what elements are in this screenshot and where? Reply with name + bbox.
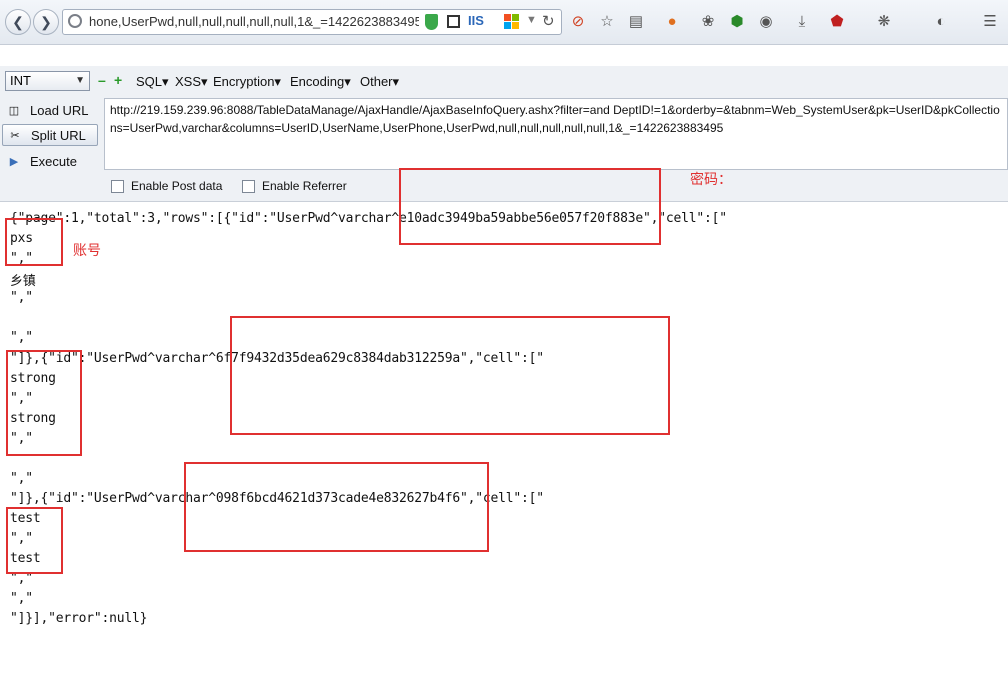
dropdown-arrow-icon[interactable]: ▼ [526,14,537,26]
menu-icon[interactable]: ☰ [980,11,1000,31]
response-line: "]}],"error":null} [10,611,148,626]
split-url-button[interactable]: ✂ Split URL [2,124,98,146]
chevron-down-icon: ▼ [75,75,85,86]
execute-label: Execute [30,153,77,169]
checkbox-box[interactable] [111,179,124,193]
globe-icon[interactable]: ◐ [931,11,951,31]
windows-logo-icon [504,14,520,30]
password-highlight-box [399,168,661,245]
load-url-label: Load URL [30,102,89,118]
play-icon: ▶ [9,155,19,168]
adblock-icon[interactable]: ⬟ [827,11,847,31]
account-highlight-box [5,218,63,266]
encoding-select[interactable]: INT ▼ [5,71,90,91]
iis-label: IIS [468,13,484,28]
green-shield-icon[interactable]: ⬢ [727,11,747,31]
response-line: "," [10,591,33,606]
encoding-select-value: INT [10,73,31,88]
extension-icon[interactable]: ● [662,11,682,31]
response-line: "," [10,330,33,345]
menu-xss[interactable]: XSS▾ [175,74,208,90]
response-line: "," [10,290,33,305]
reload-icon[interactable]: ↻ [542,12,555,30]
response-line: 乡镇 [10,274,36,289]
bug-icon[interactable]: ❋ [874,11,894,31]
response-line: "," [10,471,33,486]
enable-referrer-checkbox[interactable]: Enable Referrer [242,179,347,193]
account-highlight-box [6,507,63,574]
address-bar[interactable]: hone,UserPwd,null,null,null,null,null,1&… [62,9,562,35]
enable-post-label: Enable Post data [131,179,223,193]
password-annotation: 密码： [690,171,732,187]
split-url-label: Split URL [31,127,86,143]
palette-icon[interactable]: ❀ [698,11,718,31]
hackbar-url-textarea[interactable]: http://219.159.239.96:8088/TableDataMana… [104,98,1008,170]
back-button[interactable]: ❮ [5,9,31,35]
menu-encryption[interactable]: Encryption▾ [213,74,281,90]
enable-post-checkbox[interactable]: Enable Post data [111,179,222,193]
bookmark-star-icon[interactable]: ☆ [597,11,617,31]
qr-code-icon[interactable] [447,15,460,28]
browser-toolbar: ❮ ❯ hone,UserPwd,null,null,null,null,nul… [0,0,1008,45]
minus-icon[interactable]: – [98,72,106,88]
menu-sql[interactable]: SQL▾ [136,74,169,90]
plus-icon[interactable]: + [114,72,122,88]
account-annotation: 账号 [73,242,101,258]
scissors-icon: ✂ [10,129,20,142]
password-highlight-box [230,316,670,435]
menu-other[interactable]: Other▾ [360,74,399,90]
menu-encoding[interactable]: Encoding▾ [290,74,351,90]
account-highlight-box [6,350,82,456]
forward-button[interactable]: ❯ [33,9,59,35]
gear-icon [68,14,82,28]
load-url-icon: ◫ [8,104,20,117]
execute-button[interactable]: ▶ Execute [2,150,98,172]
enable-referrer-label: Enable Referrer [262,179,347,193]
password-highlight-box [184,462,489,552]
load-url-button[interactable]: ◫ Load URL [2,99,98,121]
shield-icon [425,14,438,30]
checkbox-box[interactable] [242,179,255,193]
download-icon[interactable]: ⤓ [792,11,812,31]
addon-icon[interactable]: ◉ [756,11,776,31]
reader-icon[interactable]: ▤ [626,11,646,31]
address-bar-url[interactable]: hone,UserPwd,null,null,null,null,null,1&… [89,14,419,29]
block-icon[interactable]: ⊘ [568,11,588,31]
